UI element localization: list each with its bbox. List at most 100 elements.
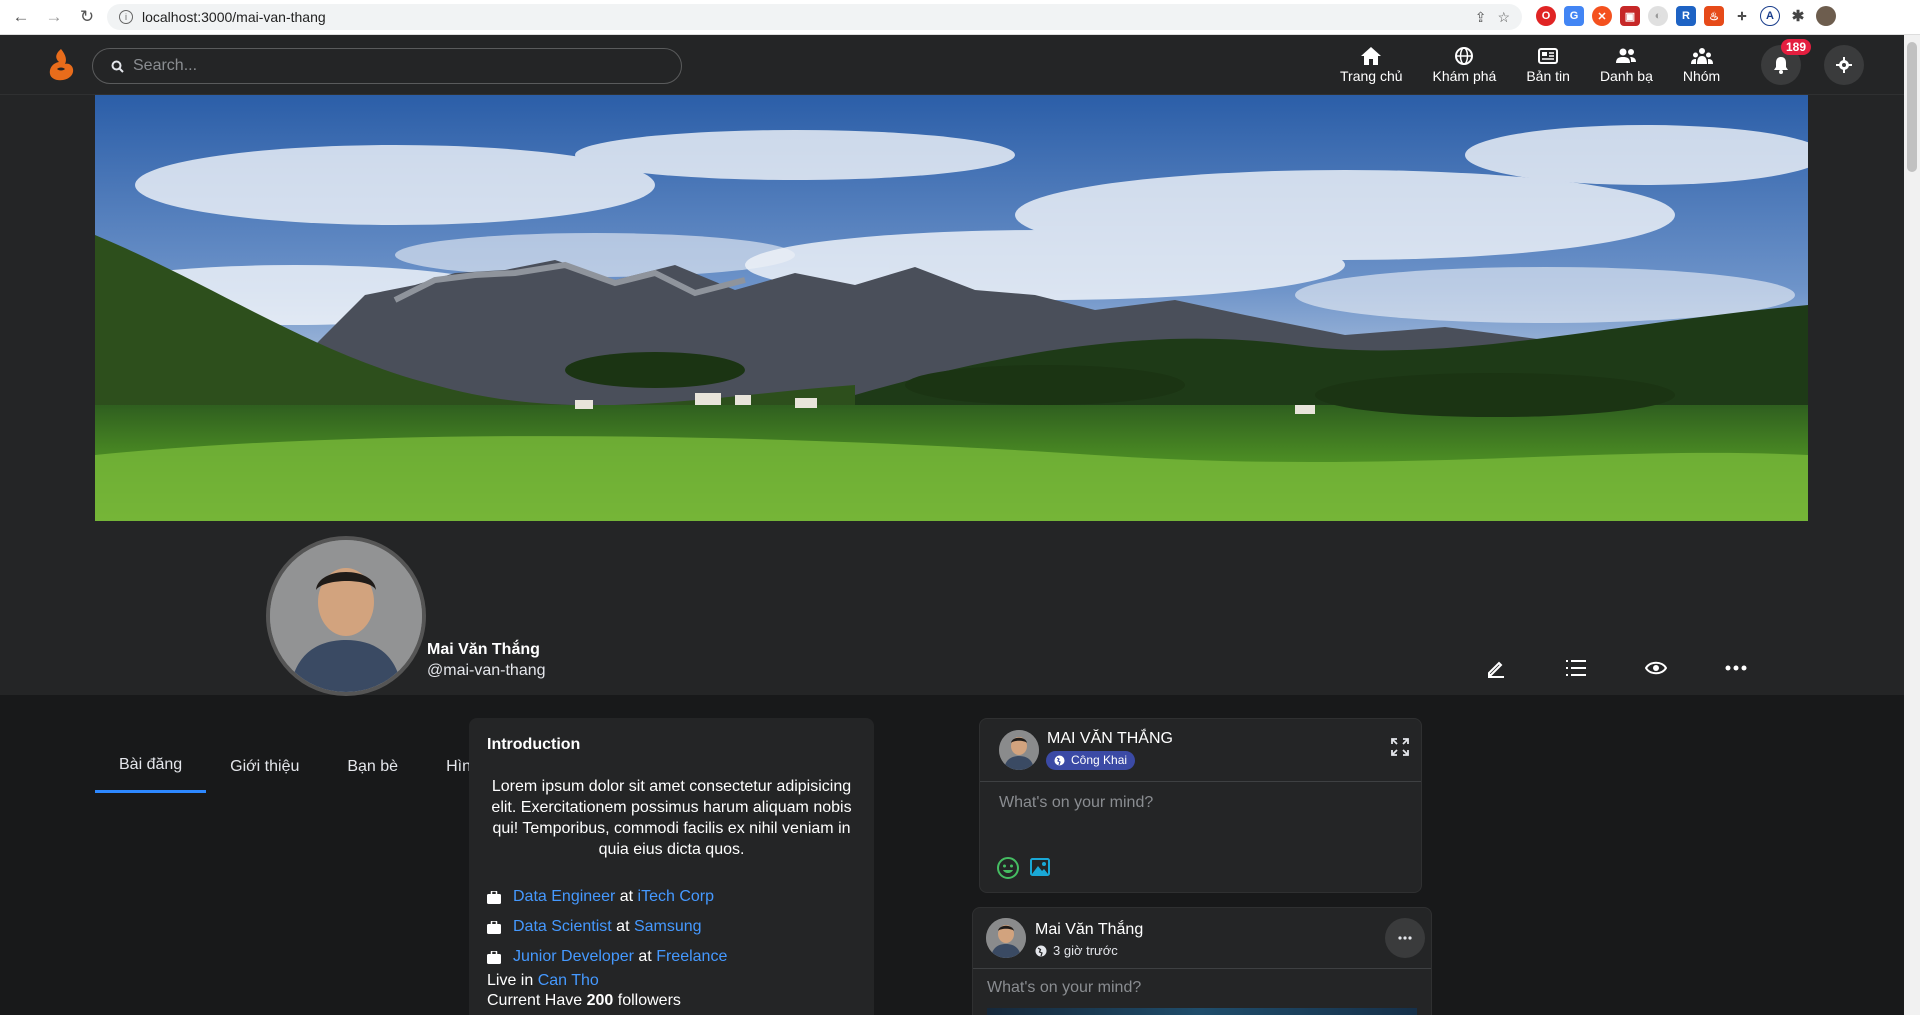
globe-icon (1054, 755, 1065, 765)
fire-extension-icon[interactable]: ♨ (1704, 6, 1724, 26)
view-as-button[interactable] (1638, 650, 1674, 686)
app-header: Search... Trang chủ Khám phá Bản tin Dan… (0, 35, 1904, 95)
live-in-place-link[interactable]: Can Tho (538, 972, 599, 989)
search-icon (111, 60, 124, 73)
list-icon (1566, 660, 1586, 676)
newspaper-icon (1538, 48, 1559, 64)
job-item: Junior Developer at Freelance (487, 942, 856, 972)
briefcase-icon (487, 920, 501, 934)
followers-prefix: Current Have (487, 992, 583, 1009)
avatar-photo (270, 540, 422, 692)
job-company-link[interactable]: Samsung (634, 918, 702, 936)
page-scrollbar[interactable] (1904, 35, 1920, 1015)
more-options-button[interactable] (1718, 650, 1754, 686)
forward-icon[interactable]: → (42, 5, 66, 29)
opera-extension-icon[interactable]: O (1536, 6, 1556, 26)
search-placeholder: Search... (133, 57, 198, 74)
composer-input[interactable]: What's on your mind? (999, 794, 1153, 812)
job-company-link[interactable]: iTech Corp (638, 888, 714, 906)
avatar-photo (986, 918, 1026, 958)
site-info-icon[interactable]: i (119, 10, 133, 24)
post-text: What's on your mind? (987, 979, 1142, 996)
job-role-link[interactable]: Junior Developer (513, 948, 634, 966)
address-bar[interactable]: i localhost:3000/mai-van-thang ⇪ ☆ (107, 4, 1522, 30)
profile-name: Mai Văn Thắng (427, 641, 540, 658)
orange-extension-icon[interactable]: ✕ (1592, 6, 1612, 26)
composer-avatar (999, 730, 1039, 770)
pencil-icon (1488, 661, 1504, 678)
tab-about[interactable]: Giới thiệu (206, 740, 323, 793)
reload-icon[interactable]: ↻ (75, 5, 99, 29)
share-icon[interactable]: ⇪ (1475, 9, 1487, 26)
post-composer: MAI VĂN THẮNG Công Khai What's on your m… (979, 718, 1422, 893)
home-icon (1361, 47, 1382, 65)
translate-extension-icon[interactable]: G (1564, 6, 1584, 26)
browser-toolbar: ← → ↻ i localhost:3000/mai-van-thang ⇪ ☆… (0, 0, 1920, 35)
back-icon[interactable]: ← (9, 5, 33, 29)
post-author-name[interactable]: Mai Văn Thắng (1035, 921, 1143, 939)
expand-icon[interactable] (1391, 738, 1409, 756)
followers-count: 200 (586, 992, 614, 1009)
contacts-icon (1616, 48, 1637, 63)
more-horizontal-icon (1725, 665, 1747, 671)
post-time-text: 3 giờ trước (1053, 943, 1118, 958)
nav-home[interactable]: Trang chủ (1340, 46, 1403, 84)
eye-icon (1645, 661, 1667, 675)
job-at: at (638, 948, 652, 965)
nav-groups[interactable]: Nhóm (1683, 46, 1720, 84)
scrollbar-thumb[interactable] (1907, 42, 1917, 172)
job-company-link[interactable]: Freelance (656, 948, 727, 966)
image-icon[interactable] (1030, 857, 1050, 877)
post-card: Mai Văn Thắng 3 giờ trước What's on your… (972, 907, 1432, 1015)
tab-friends[interactable]: Bạn bè (323, 740, 422, 793)
composer-divider (980, 781, 1421, 782)
briefcase-icon (487, 890, 501, 904)
gear-icon (1836, 57, 1852, 73)
emoji-icon[interactable] (997, 857, 1019, 879)
group-icon (1690, 48, 1713, 64)
a-extension-icon[interactable]: A (1760, 6, 1780, 26)
job-role-link[interactable]: Data Engineer (513, 888, 615, 906)
pdf-extension-icon[interactable]: ▣ (1620, 6, 1640, 26)
post-divider (973, 968, 1431, 969)
job-at: at (619, 888, 634, 905)
tab-posts[interactable]: Bài đăng (95, 740, 207, 793)
nav-contacts[interactable]: Danh bạ (1600, 46, 1653, 84)
nav-label: Nhóm (1682, 68, 1721, 84)
followers-suffix: followers (617, 992, 681, 1009)
list-view-button[interactable] (1558, 650, 1594, 686)
job-role-link[interactable]: Data Scientist (513, 918, 612, 936)
live-in-line: Live in Can Tho (487, 972, 856, 992)
live-in-prefix: Live in (487, 972, 534, 989)
nav-news[interactable]: Bản tin (1526, 46, 1570, 84)
globe-icon (1035, 945, 1047, 956)
privacy-selector[interactable]: Công Khai (1046, 751, 1136, 770)
intro-bio: Lorem ipsum dolor sit amet consectetur a… (491, 778, 852, 858)
settings-button[interactable] (1824, 45, 1864, 85)
gray-extension-icon[interactable]: ◐ (1648, 6, 1668, 26)
nav-label: Khám phá (1432, 68, 1497, 84)
post-author-avatar[interactable] (986, 918, 1026, 958)
post-more-button[interactable] (1385, 918, 1425, 958)
r-extension-icon[interactable]: R (1676, 6, 1696, 26)
profile-avatar[interactable] (266, 536, 426, 696)
search-input[interactable]: Search... (92, 48, 682, 84)
job-item: Data Engineer at iTech Corp (487, 882, 856, 912)
nav-label: Bản tin (1526, 68, 1570, 84)
profile-avatar-icon[interactable] (1816, 6, 1836, 26)
more-horizontal-icon (1398, 936, 1412, 940)
job-item: Data Scientist at Samsung (487, 912, 856, 942)
job-at: at (616, 918, 630, 935)
edit-profile-button[interactable] (1478, 650, 1514, 686)
privacy-label: Công Khai (1071, 753, 1128, 767)
crosshair-extension-icon[interactable]: ✛ (1732, 6, 1752, 26)
puzzle-extensions-icon[interactable]: ✱ (1788, 6, 1808, 26)
introduction-card: Introduction Lorem ipsum dolor sit amet … (469, 718, 874, 1015)
nav-explore[interactable]: Khám phá (1432, 46, 1497, 84)
nav-label: Trang chủ (1340, 68, 1403, 84)
bookmark-star-icon[interactable]: ☆ (1497, 9, 1510, 26)
briefcase-icon (487, 950, 501, 964)
post-image[interactable] (987, 1008, 1417, 1015)
app-logo-icon[interactable] (44, 47, 78, 83)
profile-header: Mai Văn Thắng @mai-van-thang Bài đăng Gi… (0, 95, 1904, 793)
